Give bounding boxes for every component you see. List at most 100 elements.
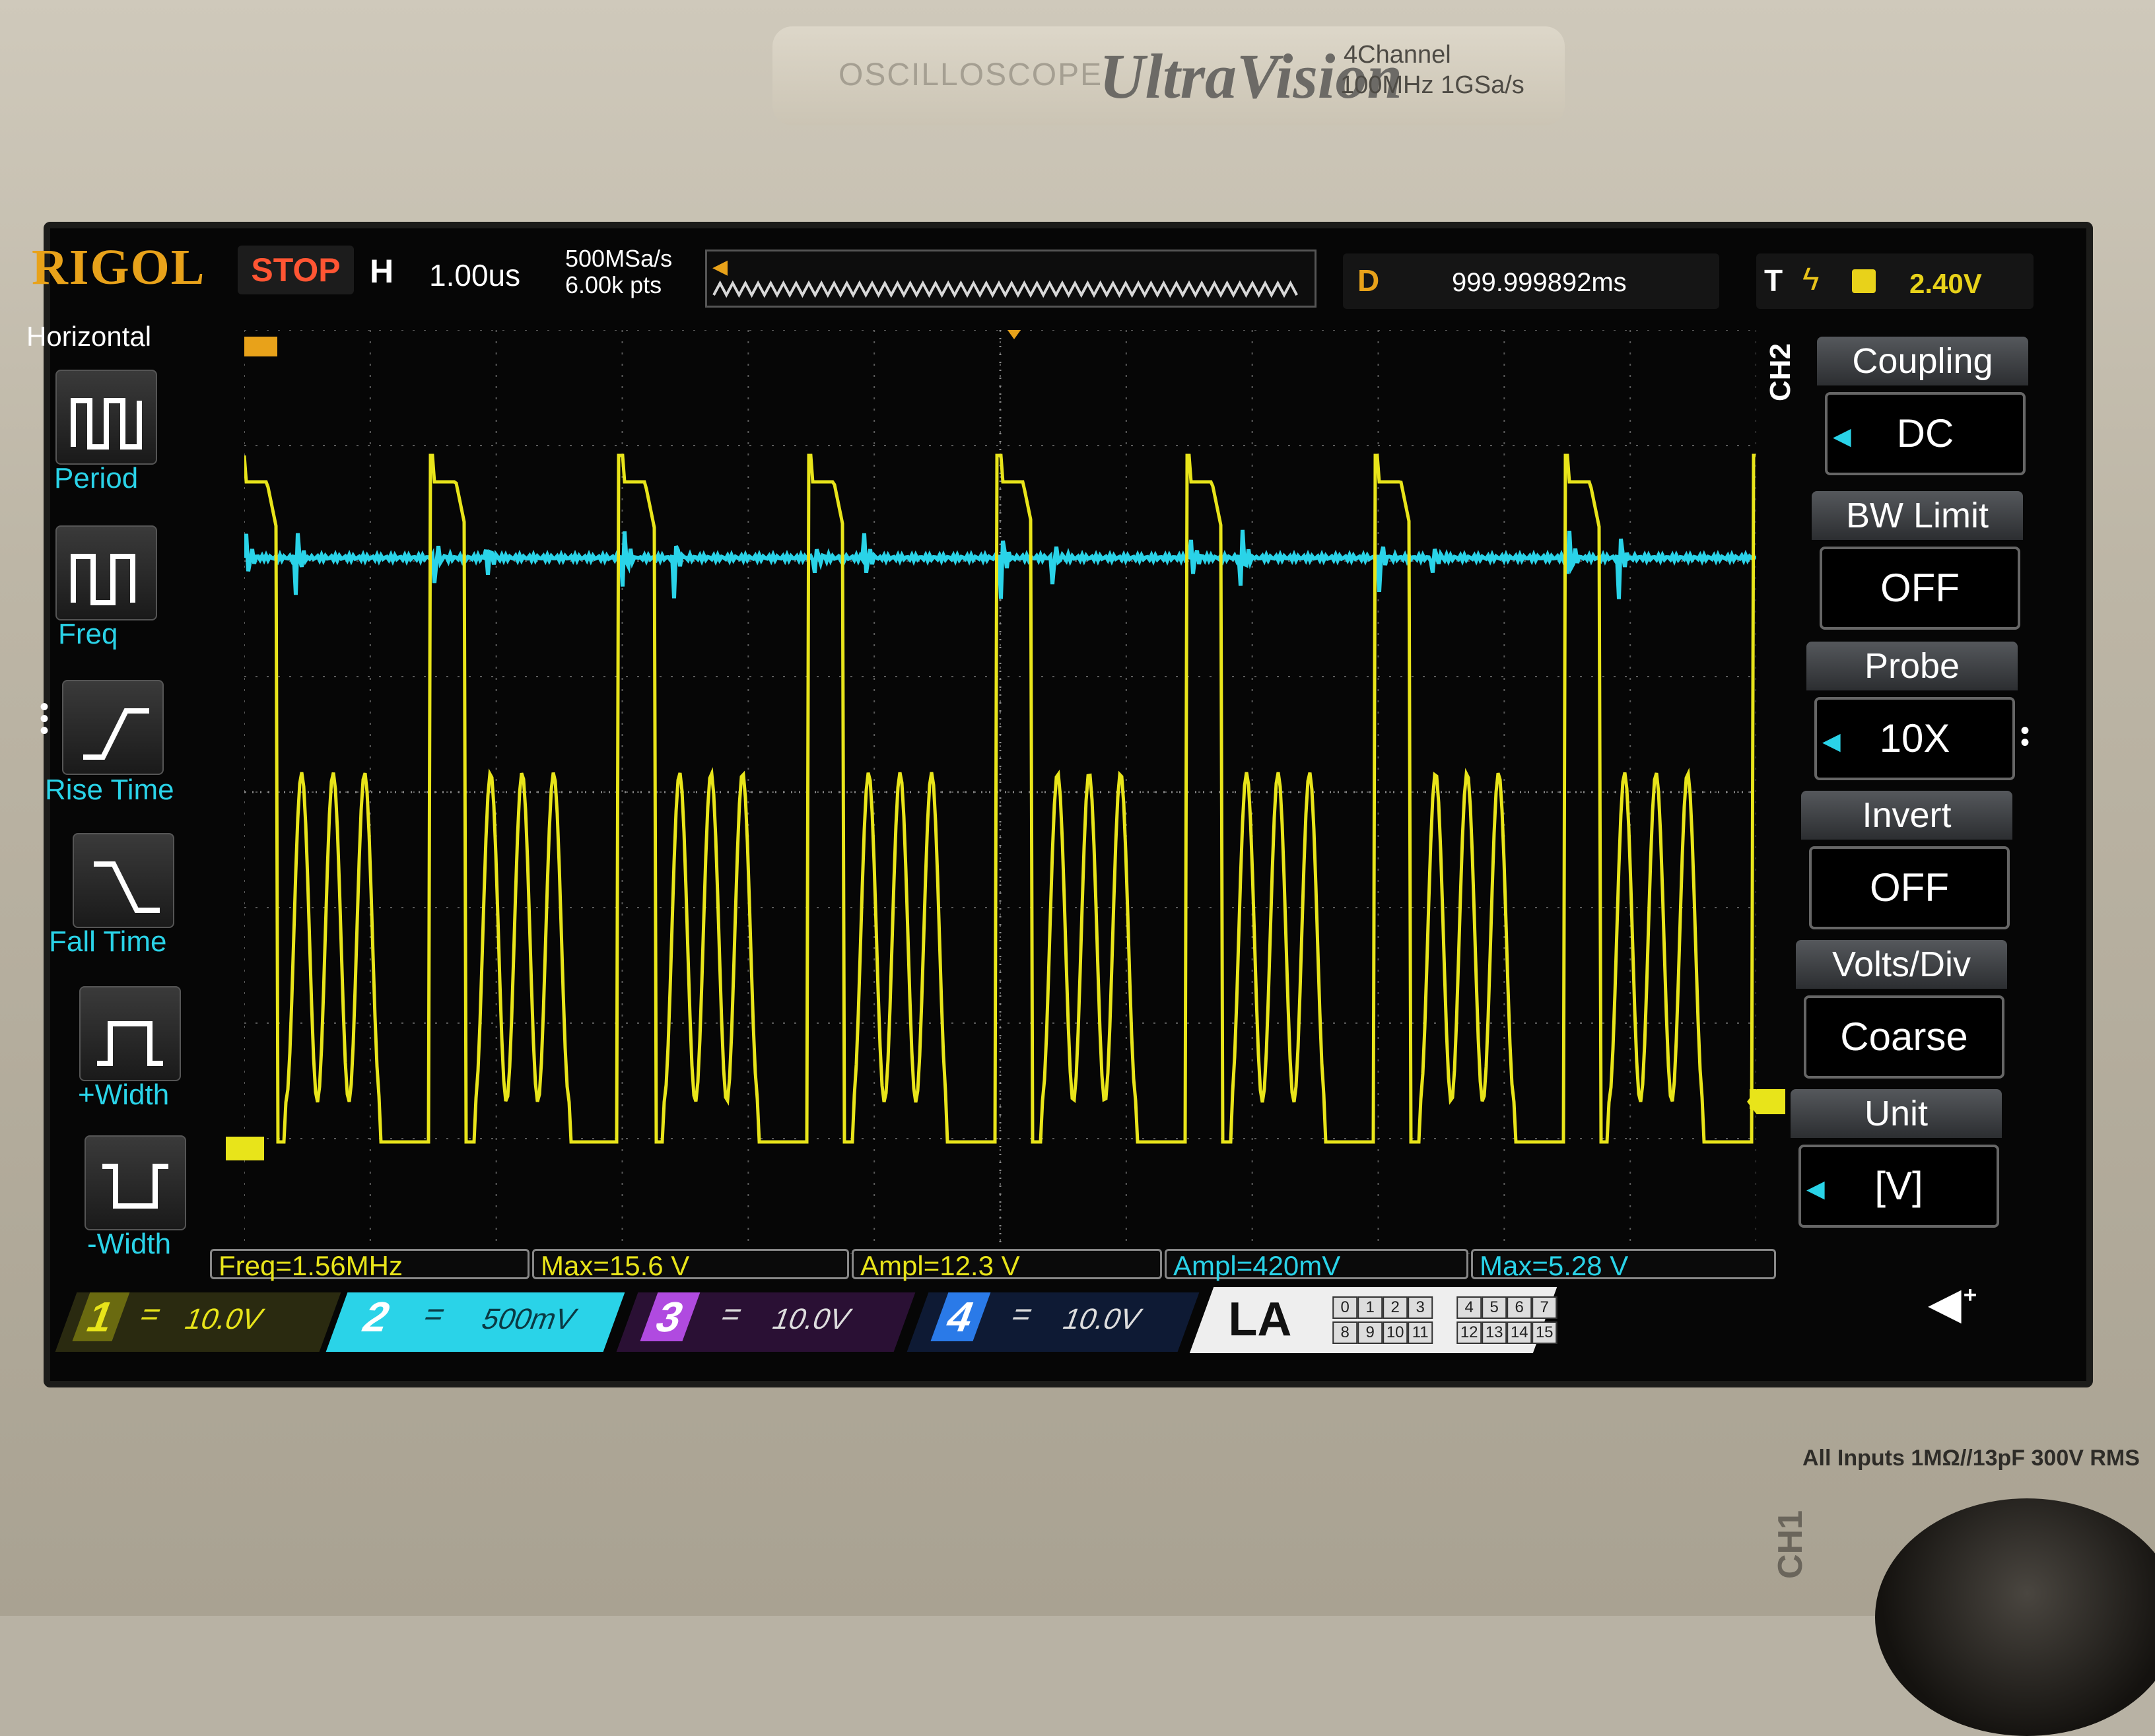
timebase-value: 1.00us	[429, 258, 521, 292]
trigger-marker-top-icon	[244, 337, 277, 356]
horizontal-label: H	[370, 253, 394, 290]
channel-1-box[interactable]: 1 = 10.0V	[55, 1292, 341, 1352]
measure-label: Period	[54, 462, 139, 494]
menu-coupling-title: Coupling	[1817, 337, 2028, 385]
measure-freq-button[interactable]	[55, 525, 157, 620]
menu-coupling[interactable]: Coupling DC ◀	[1817, 337, 2028, 475]
measure-label: Fall Time	[49, 925, 167, 958]
memory-overview-bar[interactable]: ◀	[705, 250, 1317, 308]
trigger-source-icon	[1852, 269, 1876, 293]
menu-unit-value[interactable]: [V]	[1798, 1145, 1999, 1228]
neg-width-icon	[102, 1164, 168, 1209]
inputs-rating: All Inputs 1MΩ//13pF 300V RMS	[1802, 1446, 2140, 1471]
channel-1-number: 1	[72, 1292, 129, 1341]
channel-4-box[interactable]: 4 = 10.0V	[906, 1292, 1200, 1352]
measure-period-button[interactable]	[55, 370, 157, 465]
trigger-edge-icon: ϟ	[1802, 262, 1820, 297]
la-bit-0: 0	[1332, 1296, 1358, 1319]
menu-invert[interactable]: Invert OFF	[1801, 791, 2012, 929]
channel-2-number: 2	[356, 1293, 397, 1341]
channel-3-scale: 10.0V	[767, 1303, 856, 1335]
menu-volts-div-title: Volts/Div	[1796, 940, 2007, 989]
la-bit-14: 14	[1507, 1321, 1532, 1344]
la-bit-5: 5	[1482, 1296, 1507, 1319]
menu-invert-value[interactable]: OFF	[1809, 846, 2010, 929]
horizontal-menu-title: Horizontal	[26, 321, 152, 352]
menu-probe-value[interactable]: 10X	[1814, 697, 2015, 780]
measurement-freq[interactable]: Freq=1.56MHz	[210, 1249, 530, 1281]
measurement-ampl-ch2[interactable]: Ampl=420mV	[1165, 1249, 1468, 1281]
channel-2-coupling: =	[419, 1297, 450, 1332]
delay-label: D	[1357, 263, 1380, 298]
la-bit-15: 15	[1532, 1321, 1557, 1344]
measurement-max-ch1[interactable]: Max=15.6 V	[532, 1249, 849, 1281]
menu-probe-arrow-icon: ◀	[1822, 727, 1841, 754]
sound-icon[interactable]: ◀ᐩ	[1928, 1278, 1978, 1329]
measure-fall-time-button[interactable]	[73, 833, 174, 928]
la-bit-8: 8	[1332, 1321, 1358, 1344]
la-bit-12: 12	[1456, 1321, 1482, 1344]
measure-label: Freq	[58, 618, 118, 650]
channel-1-coupling: =	[135, 1297, 166, 1332]
measure-label: Rise Time	[45, 774, 174, 806]
logic-analyzer-box[interactable]: LA 0 1 2 3 4 5 6 7 8 9 10 11 12 13 14 15	[1189, 1287, 1557, 1353]
channel-3-number: 3	[640, 1292, 700, 1341]
menu-coupling-arrow-icon: ◀	[1833, 422, 1851, 450]
menu-probe-title: Probe	[1806, 642, 2018, 690]
run-stop-indicator[interactable]: STOP	[238, 246, 354, 294]
menu-invert-title: Invert	[1801, 791, 2012, 840]
measure-width-button[interactable]	[85, 1135, 186, 1230]
rise-time-icon	[83, 708, 149, 760]
waveform-display[interactable]	[244, 330, 1756, 1254]
channel-2-box[interactable]: 2 = 500mV	[325, 1292, 625, 1352]
la-bit-10: 10	[1383, 1321, 1408, 1344]
memory-waveform-preview	[712, 280, 1298, 298]
menu-volts-div-value[interactable]: Coarse	[1804, 995, 2004, 1079]
measurement-ampl-ch1[interactable]: Ampl=12.3 V	[852, 1249, 1162, 1281]
delay-value: 999.999892ms	[1452, 268, 1627, 297]
la-bit-9: 9	[1357, 1321, 1383, 1344]
la-bit-1: 1	[1357, 1296, 1383, 1319]
brand-spec: 100MHz 1GSa/s	[1340, 71, 1524, 99]
menu-probe[interactable]: Probe 10X ◀	[1806, 642, 2018, 780]
menu-coupling-value[interactable]: DC	[1825, 392, 2026, 475]
channel-3-coupling: =	[716, 1297, 747, 1332]
la-bit-13: 13	[1482, 1321, 1507, 1344]
menu-unit-title: Unit	[1791, 1089, 2002, 1138]
trigger-label: T	[1764, 263, 1783, 298]
menu-channel-label: CH2	[1764, 343, 1796, 401]
ch2-waveform	[244, 529, 1756, 599]
logic-analyzer-label: LA	[1228, 1293, 1292, 1346]
menu-volts-div[interactable]: Volts/Div Coarse	[1796, 940, 2007, 1079]
la-bit-2: 2	[1383, 1296, 1408, 1319]
channel-1-scale: 10.0V	[180, 1303, 268, 1335]
menu-unit-arrow-icon: ◀	[1806, 1175, 1825, 1202]
la-bit-3: 3	[1408, 1296, 1433, 1319]
measure-rise-time-button[interactable]	[62, 680, 164, 775]
ch1-input-connector[interactable]	[1875, 1498, 2155, 1736]
measurement-max-ch2[interactable]: Max=5.28 V	[1471, 1249, 1776, 1281]
trigger-time-marker-icon	[1008, 330, 1021, 339]
fall-time-icon	[94, 861, 160, 913]
channel-3-box[interactable]: 3 = 10.0V	[616, 1292, 916, 1352]
la-bit-4: 4	[1456, 1296, 1482, 1319]
menu-bw-limit[interactable]: BW Limit OFF	[1812, 491, 2023, 630]
more-options-right-icon: • •	[2020, 716, 2030, 757]
la-bit-6: 6	[1507, 1296, 1532, 1319]
brand-channels: 4Channel	[1344, 41, 1451, 69]
la-bit-7: 7	[1532, 1296, 1557, 1319]
more-options-left-icon: • • •	[40, 692, 50, 745]
la-bit-11: 11	[1408, 1321, 1433, 1344]
delay-readout[interactable]: D 999.999892ms	[1343, 253, 1719, 309]
menu-bw-limit-value[interactable]: OFF	[1820, 547, 2020, 630]
trigger-readout[interactable]: T ϟ 2.40V	[1756, 253, 2034, 309]
channel-4-number: 4	[930, 1292, 990, 1341]
ch1-input-label: CH1	[1771, 1510, 1810, 1580]
menu-unit[interactable]: Unit [V] ◀	[1791, 1089, 2002, 1228]
pos-width-icon	[97, 1021, 163, 1066]
measure-width-button[interactable]	[79, 986, 181, 1081]
brand-oscilloscope: OSCILLOSCOPE	[838, 57, 1103, 92]
acquisition-info: 500MSa/s 6.00k pts	[565, 246, 672, 298]
channel-4-scale: 10.0V	[1058, 1303, 1146, 1335]
trigger-level: 2.40V	[1909, 268, 1982, 299]
